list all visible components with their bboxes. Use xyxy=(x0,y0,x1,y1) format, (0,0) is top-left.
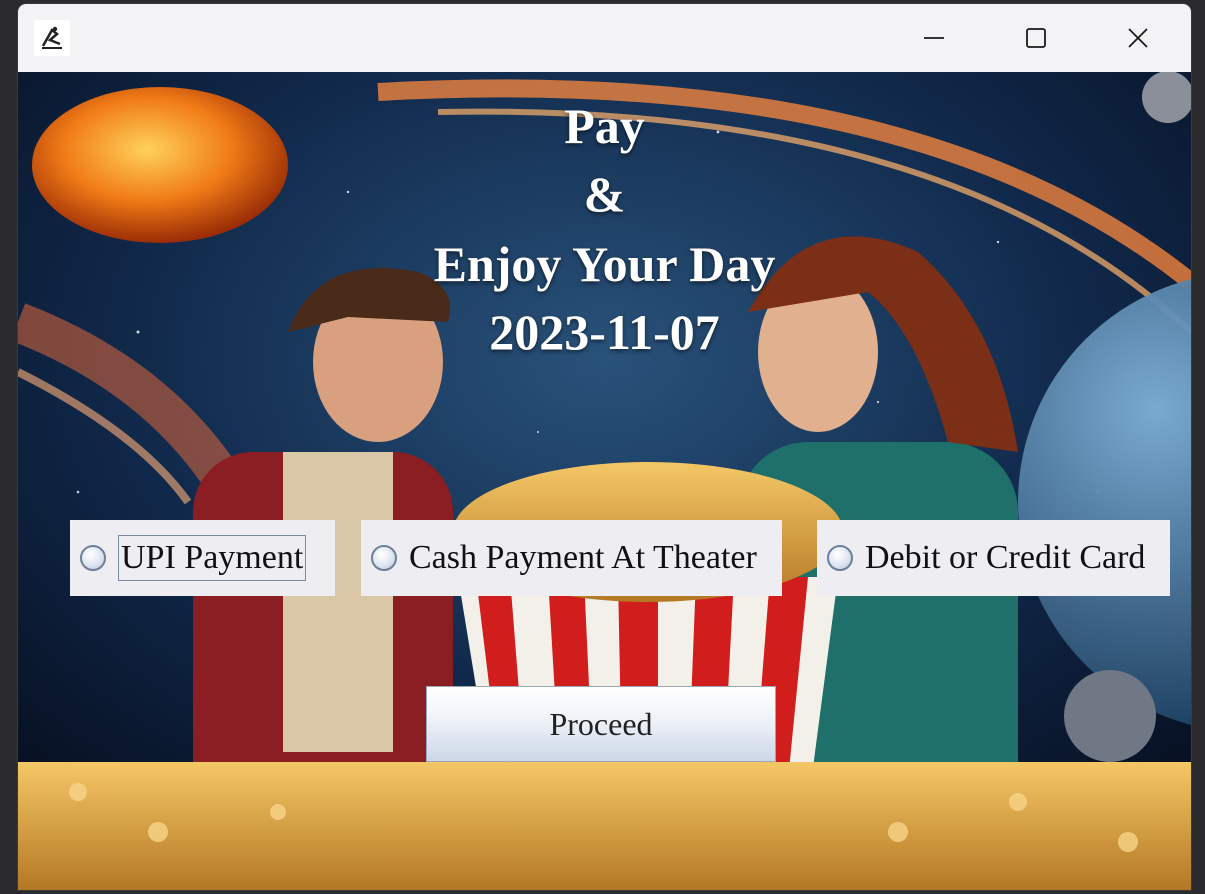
headline-date: 2023-11-07 xyxy=(489,304,720,360)
radio-label: Cash Payment At Theater xyxy=(409,539,757,576)
radio-label: UPI Payment xyxy=(118,535,307,581)
radio-button-icon[interactable] xyxy=(371,545,397,571)
minimize-button[interactable] xyxy=(884,4,984,72)
title-bar[interactable] xyxy=(18,4,1191,72)
headline-enjoy: Enjoy Your Day xyxy=(433,236,776,292)
java-duke-icon xyxy=(34,20,70,56)
radio-cash-payment[interactable]: Cash Payment At Theater xyxy=(361,520,782,596)
headline-pay: Pay xyxy=(564,98,645,154)
radio-button-icon[interactable] xyxy=(827,545,853,571)
maximize-icon xyxy=(1026,28,1046,48)
close-button[interactable] xyxy=(1088,4,1188,72)
maximize-button[interactable] xyxy=(986,4,1086,72)
minimize-icon xyxy=(924,37,944,39)
radio-upi-payment[interactable]: UPI Payment xyxy=(70,520,335,596)
radio-label: Debit or Credit Card xyxy=(865,539,1146,576)
proceed-button[interactable]: Proceed xyxy=(426,686,776,762)
radio-card-payment[interactable]: Debit or Credit Card xyxy=(817,520,1170,596)
background-scene: Pay & Enjoy Your Day 2023-11-07 UPI Paym… xyxy=(18,72,1191,890)
app-window: Pay & Enjoy Your Day 2023-11-07 UPI Paym… xyxy=(18,4,1191,890)
radio-button-icon[interactable] xyxy=(80,545,106,571)
headline-ampersand: & xyxy=(583,166,626,222)
close-icon xyxy=(1128,28,1148,48)
